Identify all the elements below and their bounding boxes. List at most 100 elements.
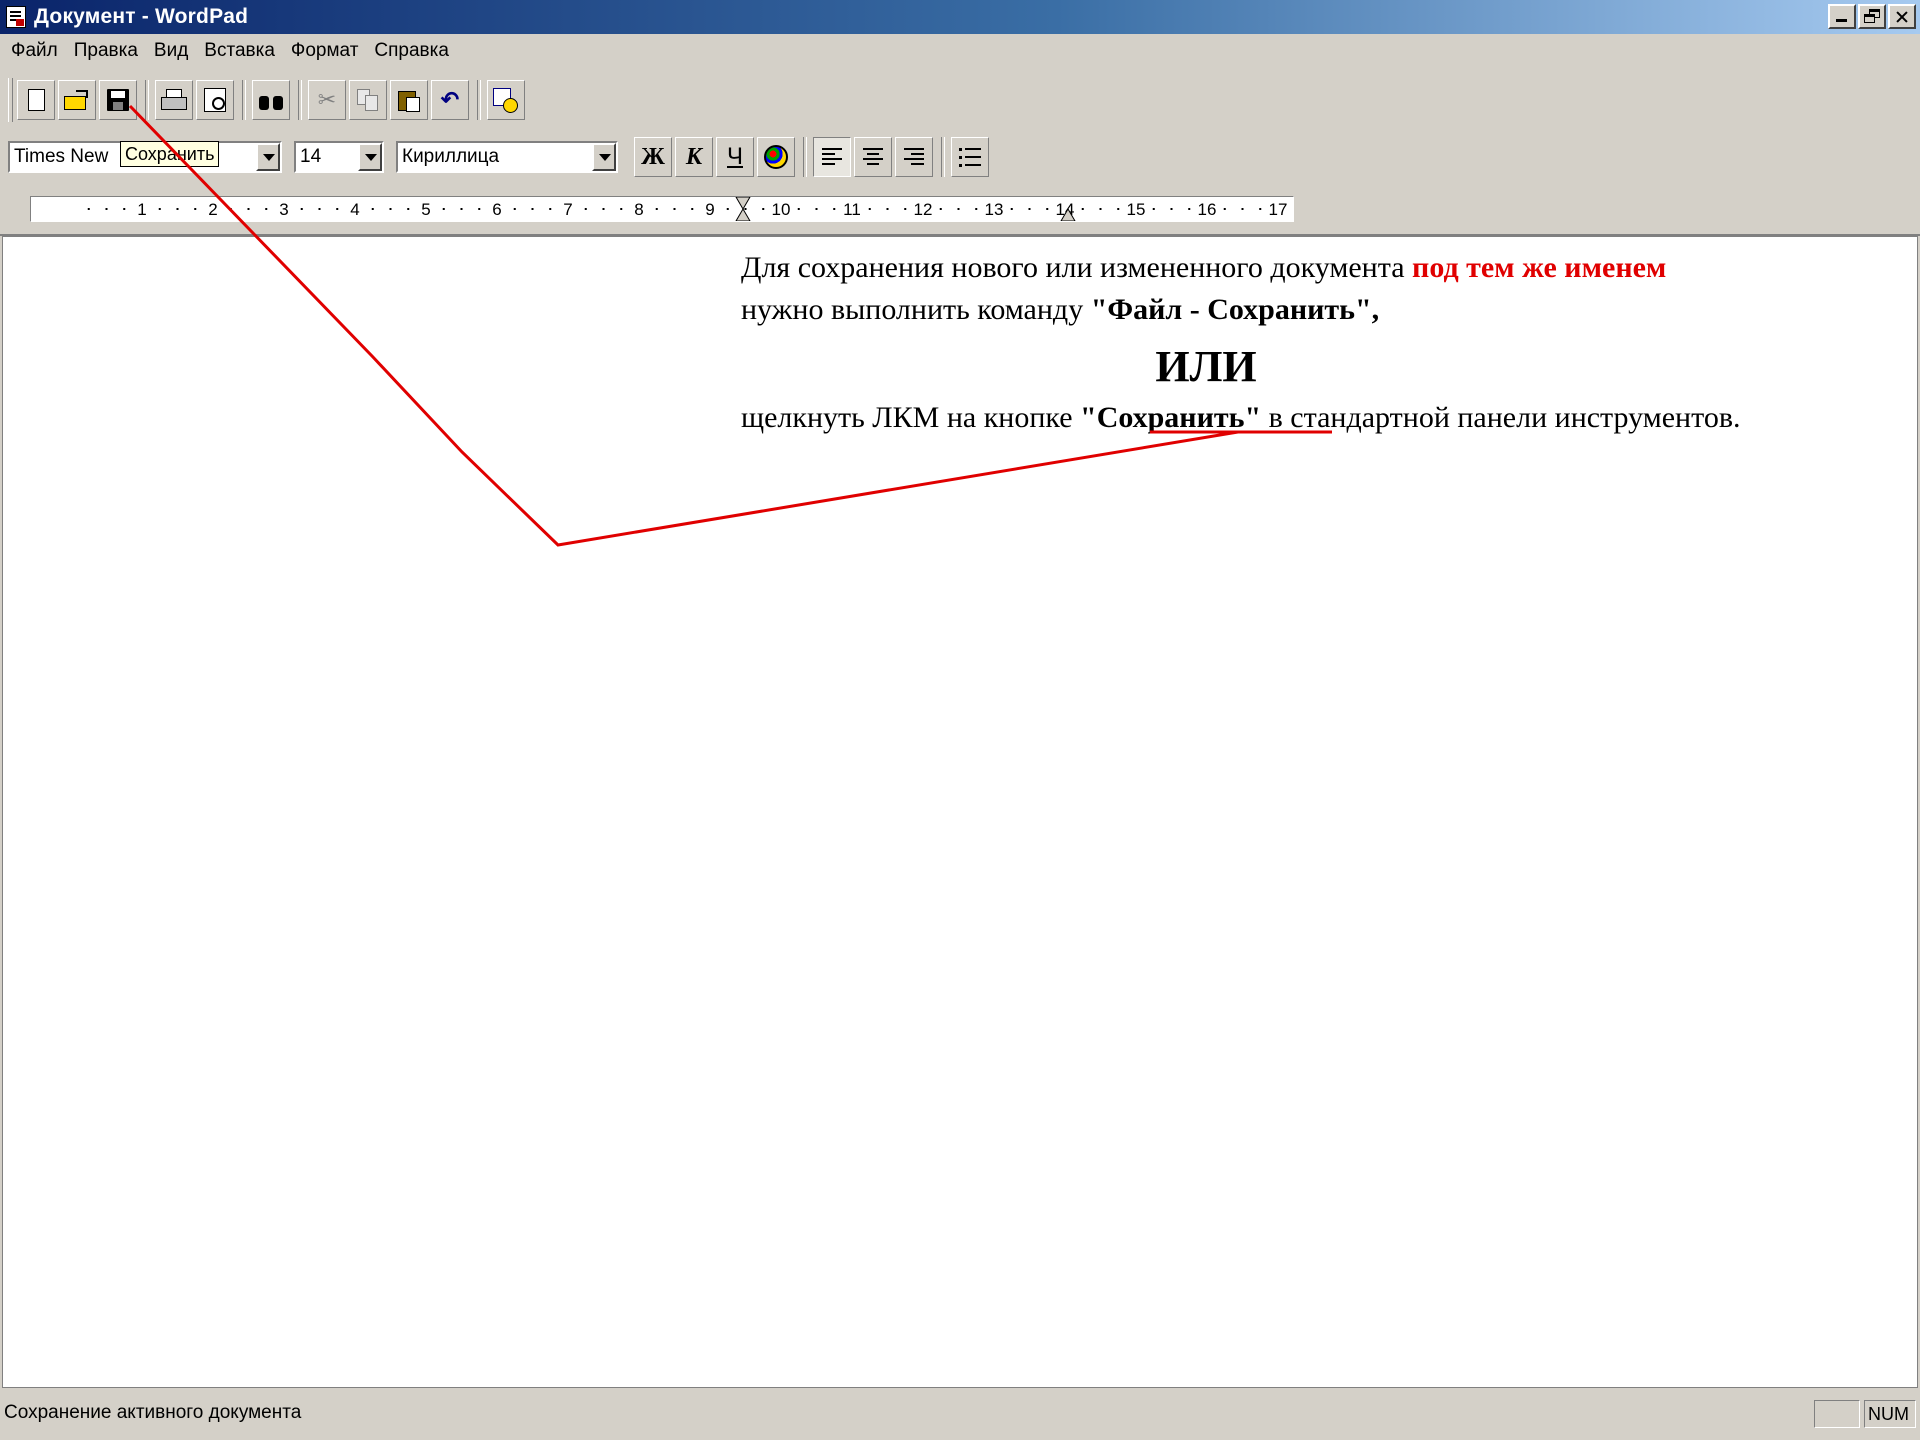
chevron-down-icon[interactable]: [358, 143, 382, 171]
standard-toolbar: ✂ ↶: [8, 74, 528, 126]
ruler-tick: [886, 208, 889, 210]
text-line-1: Для сохранения нового или измененного до…: [741, 251, 1667, 284]
document-text[interactable]: Для сохранения нового или измененного до…: [741, 247, 1917, 439]
ruler-tick: [620, 208, 623, 210]
cut-button[interactable]: ✂: [308, 80, 346, 120]
indent-marker[interactable]: [735, 196, 751, 222]
ruler-tick: [229, 208, 232, 210]
align-left-icon: [822, 147, 842, 167]
ruler-tick: [87, 208, 90, 210]
ruler-tick: [1081, 208, 1084, 210]
printer-icon: [161, 89, 187, 111]
ruler-number: 4: [350, 200, 359, 219]
floppy-disk-icon: [107, 89, 129, 111]
status-panel-empty: [1814, 1400, 1860, 1428]
or-heading: ИЛИ: [1155, 342, 1257, 391]
copy-icon: [357, 89, 379, 111]
print-preview-button[interactable]: [196, 80, 234, 120]
menu-bar: Файл Правка Вид Вставка Формат Справка: [0, 36, 457, 66]
print-button[interactable]: [155, 80, 193, 120]
new-document-icon: [27, 89, 45, 111]
ruler-number: 11: [843, 200, 861, 219]
ruler-tick: [158, 208, 161, 210]
palette-icon: [764, 145, 788, 169]
ruler-number: 6: [492, 200, 501, 219]
ruler-tick: [1046, 208, 1049, 210]
status-text: Сохранение активного документа: [4, 1402, 302, 1423]
ruler-tick: [1028, 208, 1031, 210]
chevron-down-icon[interactable]: [256, 143, 280, 171]
ruler-tick: [531, 208, 534, 210]
ruler-tick: [371, 208, 374, 210]
title-bar[interactable]: Документ - WordPad: [0, 0, 1920, 34]
ruler-tick: [123, 208, 126, 210]
menu-edit[interactable]: Правка: [66, 40, 146, 62]
ruler-tick: [957, 208, 960, 210]
minimize-button[interactable]: [1828, 4, 1856, 29]
text-line-2: нужно выполнить команду "Файл - Сохранит…: [741, 293, 1380, 326]
wordpad-window: Документ - WordPad Файл Правка Вид Встав…: [0, 0, 1920, 1440]
ruler-tick: [797, 208, 800, 210]
ruler-number: 5: [421, 200, 430, 219]
paste-button[interactable]: [390, 80, 428, 120]
align-right-button[interactable]: [895, 137, 933, 177]
ruler-tick: [194, 208, 197, 210]
ruler-number: 17: [1269, 200, 1288, 219]
toolbar-separator: [298, 80, 302, 120]
ruler-tick: [815, 208, 818, 210]
date-time-icon: [493, 88, 519, 113]
menu-file[interactable]: Файл: [3, 40, 66, 62]
align-left-button[interactable]: [813, 137, 851, 177]
undo-button[interactable]: ↶: [431, 80, 469, 120]
ruler-tick: [673, 208, 676, 210]
ruler-tick: [1241, 208, 1244, 210]
toolbar-separator: [145, 80, 149, 120]
ruler-tick: [1223, 208, 1226, 210]
insert-date-button[interactable]: [487, 80, 525, 120]
restore-button[interactable]: [1858, 4, 1886, 29]
save-button-mention: "Сохранить": [1080, 401, 1262, 434]
new-button[interactable]: [17, 80, 55, 120]
ruler-number: 16: [1198, 200, 1217, 219]
align-center-icon: [863, 147, 883, 167]
menu-format[interactable]: Формат: [283, 40, 367, 62]
ruler-number: 2: [208, 200, 217, 219]
toolbar-grip[interactable]: [8, 78, 13, 122]
font-size-combo[interactable]: 14: [294, 141, 384, 173]
document-area[interactable]: Для сохранения нового или измененного до…: [2, 236, 1918, 1388]
align-center-button[interactable]: [854, 137, 892, 177]
toolbar-separator: [803, 137, 807, 177]
bulleted-list-icon: [959, 146, 981, 168]
ruler-tick: [744, 208, 747, 210]
close-button[interactable]: [1888, 4, 1916, 29]
menu-view[interactable]: Вид: [146, 40, 196, 62]
chevron-down-icon[interactable]: [592, 143, 616, 171]
ruler-tick: [105, 208, 108, 210]
ruler-tick: [1152, 208, 1155, 210]
ruler-tick: [939, 208, 942, 210]
num-lock-indicator: NUM: [1864, 1400, 1916, 1428]
menu-help[interactable]: Справка: [366, 40, 457, 62]
copy-button[interactable]: [349, 80, 387, 120]
underline-button[interactable]: Ч: [716, 137, 754, 177]
ruler-number: 9: [705, 200, 714, 219]
menu-insert[interactable]: Вставка: [196, 40, 283, 62]
script-combo[interactable]: Кириллица: [396, 141, 618, 173]
binoculars-icon: [258, 90, 284, 110]
save-button[interactable]: [99, 80, 137, 120]
wordpad-icon[interactable]: [6, 6, 26, 28]
ruler-tick: [318, 208, 321, 210]
font-name-value: Times New: [14, 146, 109, 167]
ruler[interactable]: 1 2 3 4 5 6 7 8 9 10 11 12 13 14 15 16 17: [30, 196, 1333, 222]
open-button[interactable]: [58, 80, 96, 120]
ruler-tick: [726, 208, 729, 210]
ruler-tick: [513, 208, 516, 210]
ruler-tick: [460, 208, 463, 210]
bullets-button[interactable]: [951, 137, 989, 177]
italic-button[interactable]: К: [675, 137, 713, 177]
ruler-tick: [975, 208, 978, 210]
find-button[interactable]: [252, 80, 290, 120]
ruler-tick: [833, 208, 836, 210]
color-button[interactable]: [757, 137, 795, 177]
bold-button[interactable]: Ж: [634, 137, 672, 177]
